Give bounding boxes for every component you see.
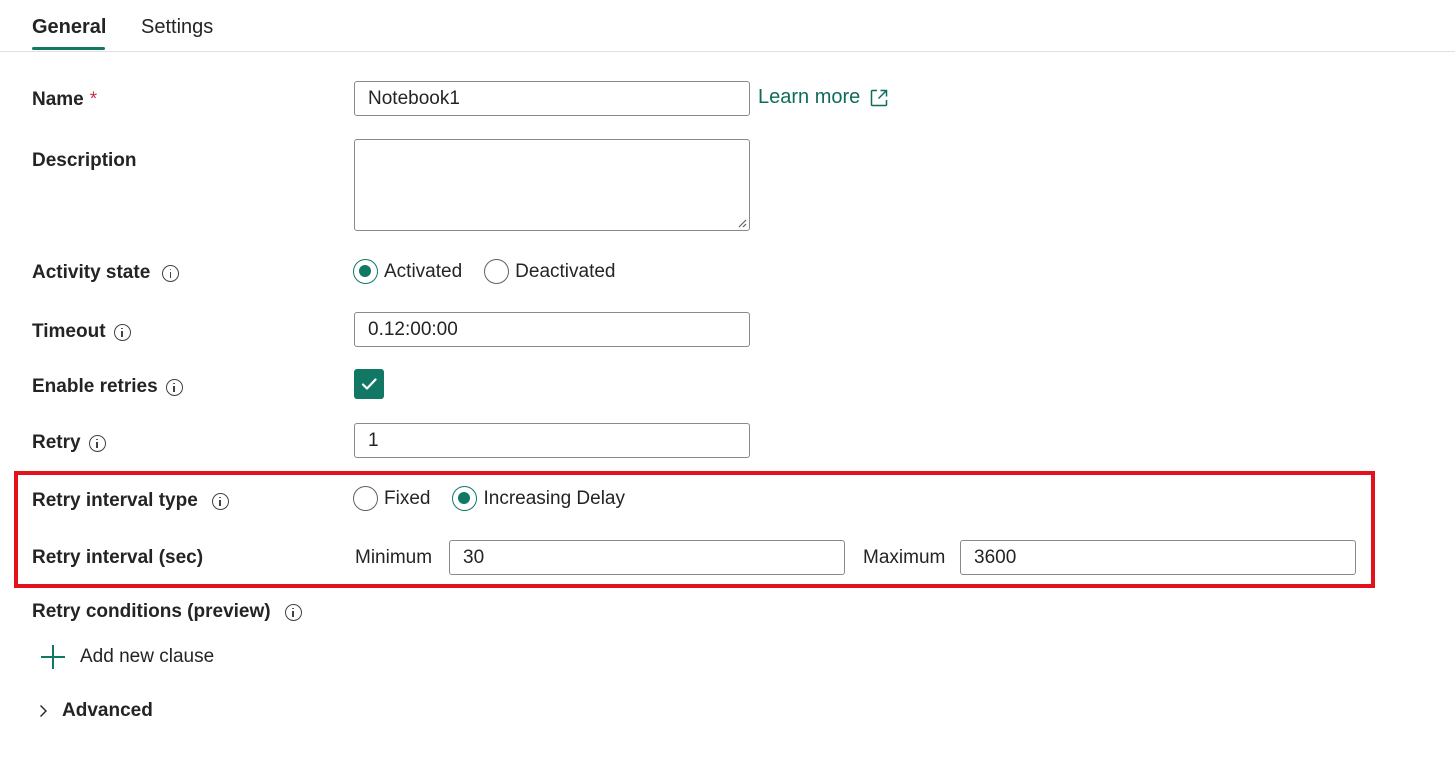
maximum-input[interactable] <box>960 540 1356 575</box>
checkmark-icon <box>361 378 377 390</box>
add-new-clause-label: Add new clause <box>80 646 215 667</box>
name-label-text: Name <box>32 89 84 110</box>
tab-bar: General Settings <box>0 0 1455 52</box>
info-icon[interactable] <box>113 323 131 341</box>
radio-unchecked-icon <box>353 486 378 511</box>
activity-state-label-text: Activity state <box>32 262 151 283</box>
timeout-label: Timeout <box>32 320 131 344</box>
tab-general[interactable]: General <box>32 14 106 40</box>
retry-interval-type-label-text: Retry interval type <box>32 490 198 511</box>
external-link-icon <box>869 88 889 108</box>
timeout-label-text: Timeout <box>32 321 106 342</box>
radio-activated-label: Activated <box>384 260 463 282</box>
radio-activated[interactable]: Activated <box>353 259 462 284</box>
radio-increasing-delay-label: Increasing Delay <box>483 487 625 509</box>
info-icon[interactable] <box>284 603 302 621</box>
retry-input[interactable] <box>354 423 750 458</box>
description-label: Description <box>32 149 137 173</box>
radio-deactivated[interactable]: Deactivated <box>484 259 616 284</box>
retry-interval-type-radio-group: Fixed Increasing Delay <box>353 486 625 511</box>
enable-retries-label-text: Enable retries <box>32 376 158 397</box>
name-label: Name * <box>32 88 97 112</box>
minimum-input[interactable] <box>449 540 845 575</box>
info-icon[interactable] <box>162 264 180 282</box>
radio-unchecked-icon <box>484 259 510 284</box>
retry-conditions-label: Retry conditions (preview) <box>32 600 302 624</box>
info-icon[interactable] <box>165 378 183 396</box>
activity-state-label: Activity state <box>32 261 180 285</box>
add-new-clause-button[interactable]: Add new clause <box>40 644 214 670</box>
name-input[interactable] <box>354 81 750 116</box>
tab-settings[interactable]: Settings <box>141 14 213 40</box>
plus-icon <box>40 644 66 670</box>
retry-interval-type-label: Retry interval type <box>32 489 229 513</box>
resize-grip-icon[interactable] <box>737 218 747 228</box>
radio-checked-icon <box>452 486 478 511</box>
radio-checked-icon <box>353 259 378 284</box>
radio-deactivated-label: Deactivated <box>515 260 616 282</box>
learn-more-text: Learn more <box>758 86 861 108</box>
minimum-label: Minimum <box>355 547 433 568</box>
required-marker: * <box>89 89 98 110</box>
info-icon[interactable] <box>211 492 229 510</box>
learn-more-link[interactable]: Learn more <box>758 86 889 109</box>
enable-retries-checkbox[interactable] <box>354 369 384 399</box>
retry-label-text: Retry <box>32 432 81 453</box>
radio-fixed[interactable]: Fixed <box>353 486 430 511</box>
retry-label: Retry <box>32 431 106 455</box>
radio-increasing-delay[interactable]: Increasing Delay <box>452 486 625 511</box>
advanced-label: Advanced <box>62 700 153 721</box>
active-tab-indicator <box>32 47 105 50</box>
advanced-expander[interactable]: Advanced <box>36 700 153 722</box>
radio-fixed-label: Fixed <box>384 487 431 509</box>
maximum-label: Maximum <box>863 547 946 568</box>
info-icon[interactable] <box>88 434 106 452</box>
activity-state-radio-group: Activated Deactivated <box>353 259 616 284</box>
enable-retries-label: Enable retries <box>32 375 183 399</box>
timeout-input[interactable] <box>354 312 750 347</box>
retry-conditions-label-text: Retry conditions (preview) <box>32 601 271 622</box>
description-label-text: Description <box>32 150 137 171</box>
chevron-right-icon <box>40 705 47 717</box>
retry-interval-label: Retry interval (sec) <box>32 546 203 570</box>
description-textarea[interactable] <box>354 139 750 231</box>
retry-interval-label-text: Retry interval (sec) <box>32 547 204 568</box>
